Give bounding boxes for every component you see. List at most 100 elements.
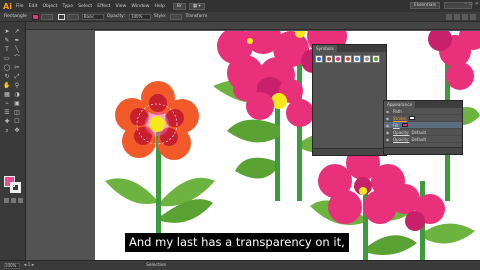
tool-icon-18[interactable]: ☰ [3,109,11,116]
flower-symbol[interactable] [334,55,342,63]
menu-bar: Ai File Edit Object Type Select Effect V… [0,0,480,12]
menu-type[interactable]: Type [63,4,74,9]
tool-icon-8[interactable]: ◯ [3,64,11,71]
appearance-opacity-row-2[interactable]: ◉ Opacity: Default [384,136,462,143]
opacity-label-2[interactable]: Opacity: [393,137,409,142]
fill-label[interactable]: Fill: [393,123,400,128]
appearance-panel-header: Appearance [384,101,462,108]
zoom-field[interactable]: 100% [4,262,20,269]
menu-help[interactable]: Help [155,4,165,9]
workspace-switcher[interactable]: Essentials [410,2,440,9]
tool-icon-19[interactable]: ◫ [13,109,21,116]
appearance-fill-row[interactable]: ◉ Fill: [384,122,462,129]
left-leaf [105,178,156,205]
menu-effect[interactable]: Effect [97,4,110,9]
symbols-tab[interactable]: Symbols [313,45,337,52]
menu-view[interactable]: View [115,4,126,9]
align-left-icon[interactable] [446,13,452,20]
tool-icon-13[interactable]: ⚲ [13,82,21,89]
panel-menu-icon[interactable] [470,13,476,20]
illustrator-window: Ai File Edit Object Type Select Effect V… [0,0,480,270]
transform-link[interactable]: Transform [185,14,207,19]
visibility-eye-icon[interactable]: ◉ [384,137,391,142]
artboard-navigation[interactable]: ◂ 1 ▸ [24,263,34,268]
paw-symbol[interactable] [324,55,333,63]
align-right-icon[interactable] [462,13,468,20]
color-mode-icon[interactable] [4,198,9,203]
stroke-swatch[interactable] [10,182,21,193]
fill-dropdown[interactable] [40,13,53,20]
ai-logo: Ai [3,1,12,11]
opacity-value: Default [411,129,427,135]
gradient-mode-icon[interactable] [11,198,16,203]
symbols-panel: Symbols [312,44,387,156]
menu-edit[interactable]: Edit [29,4,38,9]
visibility-eye-icon[interactable]: ◉ [384,116,391,121]
fill-color-swatch[interactable] [31,13,39,20]
tool-icon-14[interactable]: ▦ [3,91,11,98]
brush-field[interactable]: Basic [81,13,104,20]
menu-window[interactable]: Window [131,4,149,9]
tool-icon-11[interactable]: ⤢ [13,73,21,80]
tool-icon-0[interactable]: ➤ [3,28,11,35]
leaf-symbol-icon [374,57,378,61]
tool-grid: ➤ ↗ ✎ ✒ T ╲ ▭ ⌒ ◯ ✂ ↻ ⤢ ✋ ⚲ ▦ ◑ ⌁ ▣ ☰ ◫ ✚ ☐ ⌕ ✥ [3,28,23,134]
menu-object[interactable]: Object [43,4,58,9]
tool-icon-6[interactable]: ▭ [3,55,11,62]
appearance-opacity-row[interactable]: ◉ Opacity: Default [384,129,462,136]
appearance-object-row[interactable]: ▪ Path [384,108,462,115]
visibility-eye-icon[interactable]: ◉ [384,130,391,135]
stroke-color-swatch[interactable] [57,13,65,20]
tool-icon-20[interactable]: ✚ [3,118,11,125]
bridge-button[interactable]: Br [172,2,186,10]
stroke-chip[interactable] [409,116,416,120]
tool-icon-7[interactable]: ⌒ [13,55,21,62]
bug-symbol[interactable] [343,55,352,63]
opacity-value-2: Default [411,136,427,142]
appearance-stroke-row[interactable]: ◉ Stroke: [384,115,462,122]
menu-select[interactable]: Select [78,4,92,9]
tool-icon-21[interactable]: ☐ [13,118,21,125]
menu-file[interactable]: File [16,4,24,9]
tool-icon-9[interactable]: ✂ [13,64,21,71]
opacity-label[interactable]: Opacity: [107,14,125,19]
stroke-label[interactable]: Stroke: [393,116,407,121]
tool-icon-10[interactable]: ↻ [3,73,11,80]
tool-icon-17[interactable]: ▣ [13,100,21,107]
tool-icon-12[interactable]: ✋ [3,82,11,89]
tool-icon-4[interactable]: T [3,46,11,53]
orange-flower[interactable] [105,81,215,236]
status-bar: 100% ◂ 1 ▸ Selection [0,260,480,270]
stroke-dropdown[interactable] [66,13,79,20]
tool-icon-2[interactable]: ✎ [3,37,11,44]
tool-icon-23[interactable]: ✥ [13,127,21,134]
align-center-icon[interactable] [454,13,460,20]
style-dropdown[interactable] [170,13,183,20]
window-controls[interactable]: – ▭ ✕ [464,1,479,7]
opacity-field[interactable]: 100% [128,13,151,20]
tool-icon-3[interactable]: ✒ [13,37,21,44]
ring-symbol-icon [364,57,369,61]
bubble-symbol[interactable] [353,55,361,63]
tool-icon-16[interactable]: ⌁ [3,100,11,107]
fill-chip[interactable] [401,123,408,127]
align-icons [444,13,476,20]
tool-icon-5[interactable]: ╲ [13,46,21,53]
bug-symbol-icon [345,57,350,61]
tool-icon-22[interactable]: ⌕ [3,127,11,134]
splash-symbol[interactable] [315,55,323,63]
arrange-button[interactable]: ▦ ▾ [188,2,205,10]
artboard-number: 1 [27,263,31,268]
leaf-symbol[interactable] [372,55,380,63]
visibility-eye-icon[interactable]: ◉ [384,123,391,128]
appearance-tab[interactable]: Appearance [384,101,416,108]
color-mode-icons [4,198,25,203]
tool-icon-1[interactable]: ↗ [13,28,21,35]
symbol-thumbnails [313,52,386,66]
symbols-panel-header: Symbols [313,45,386,52]
none-mode-icon[interactable] [18,198,23,203]
appearance-object-label: Path [393,108,402,114]
ring-symbol[interactable] [362,55,371,63]
tool-icon-15[interactable]: ◑ [13,91,21,98]
opacity-label[interactable]: Opacity: [393,130,409,135]
